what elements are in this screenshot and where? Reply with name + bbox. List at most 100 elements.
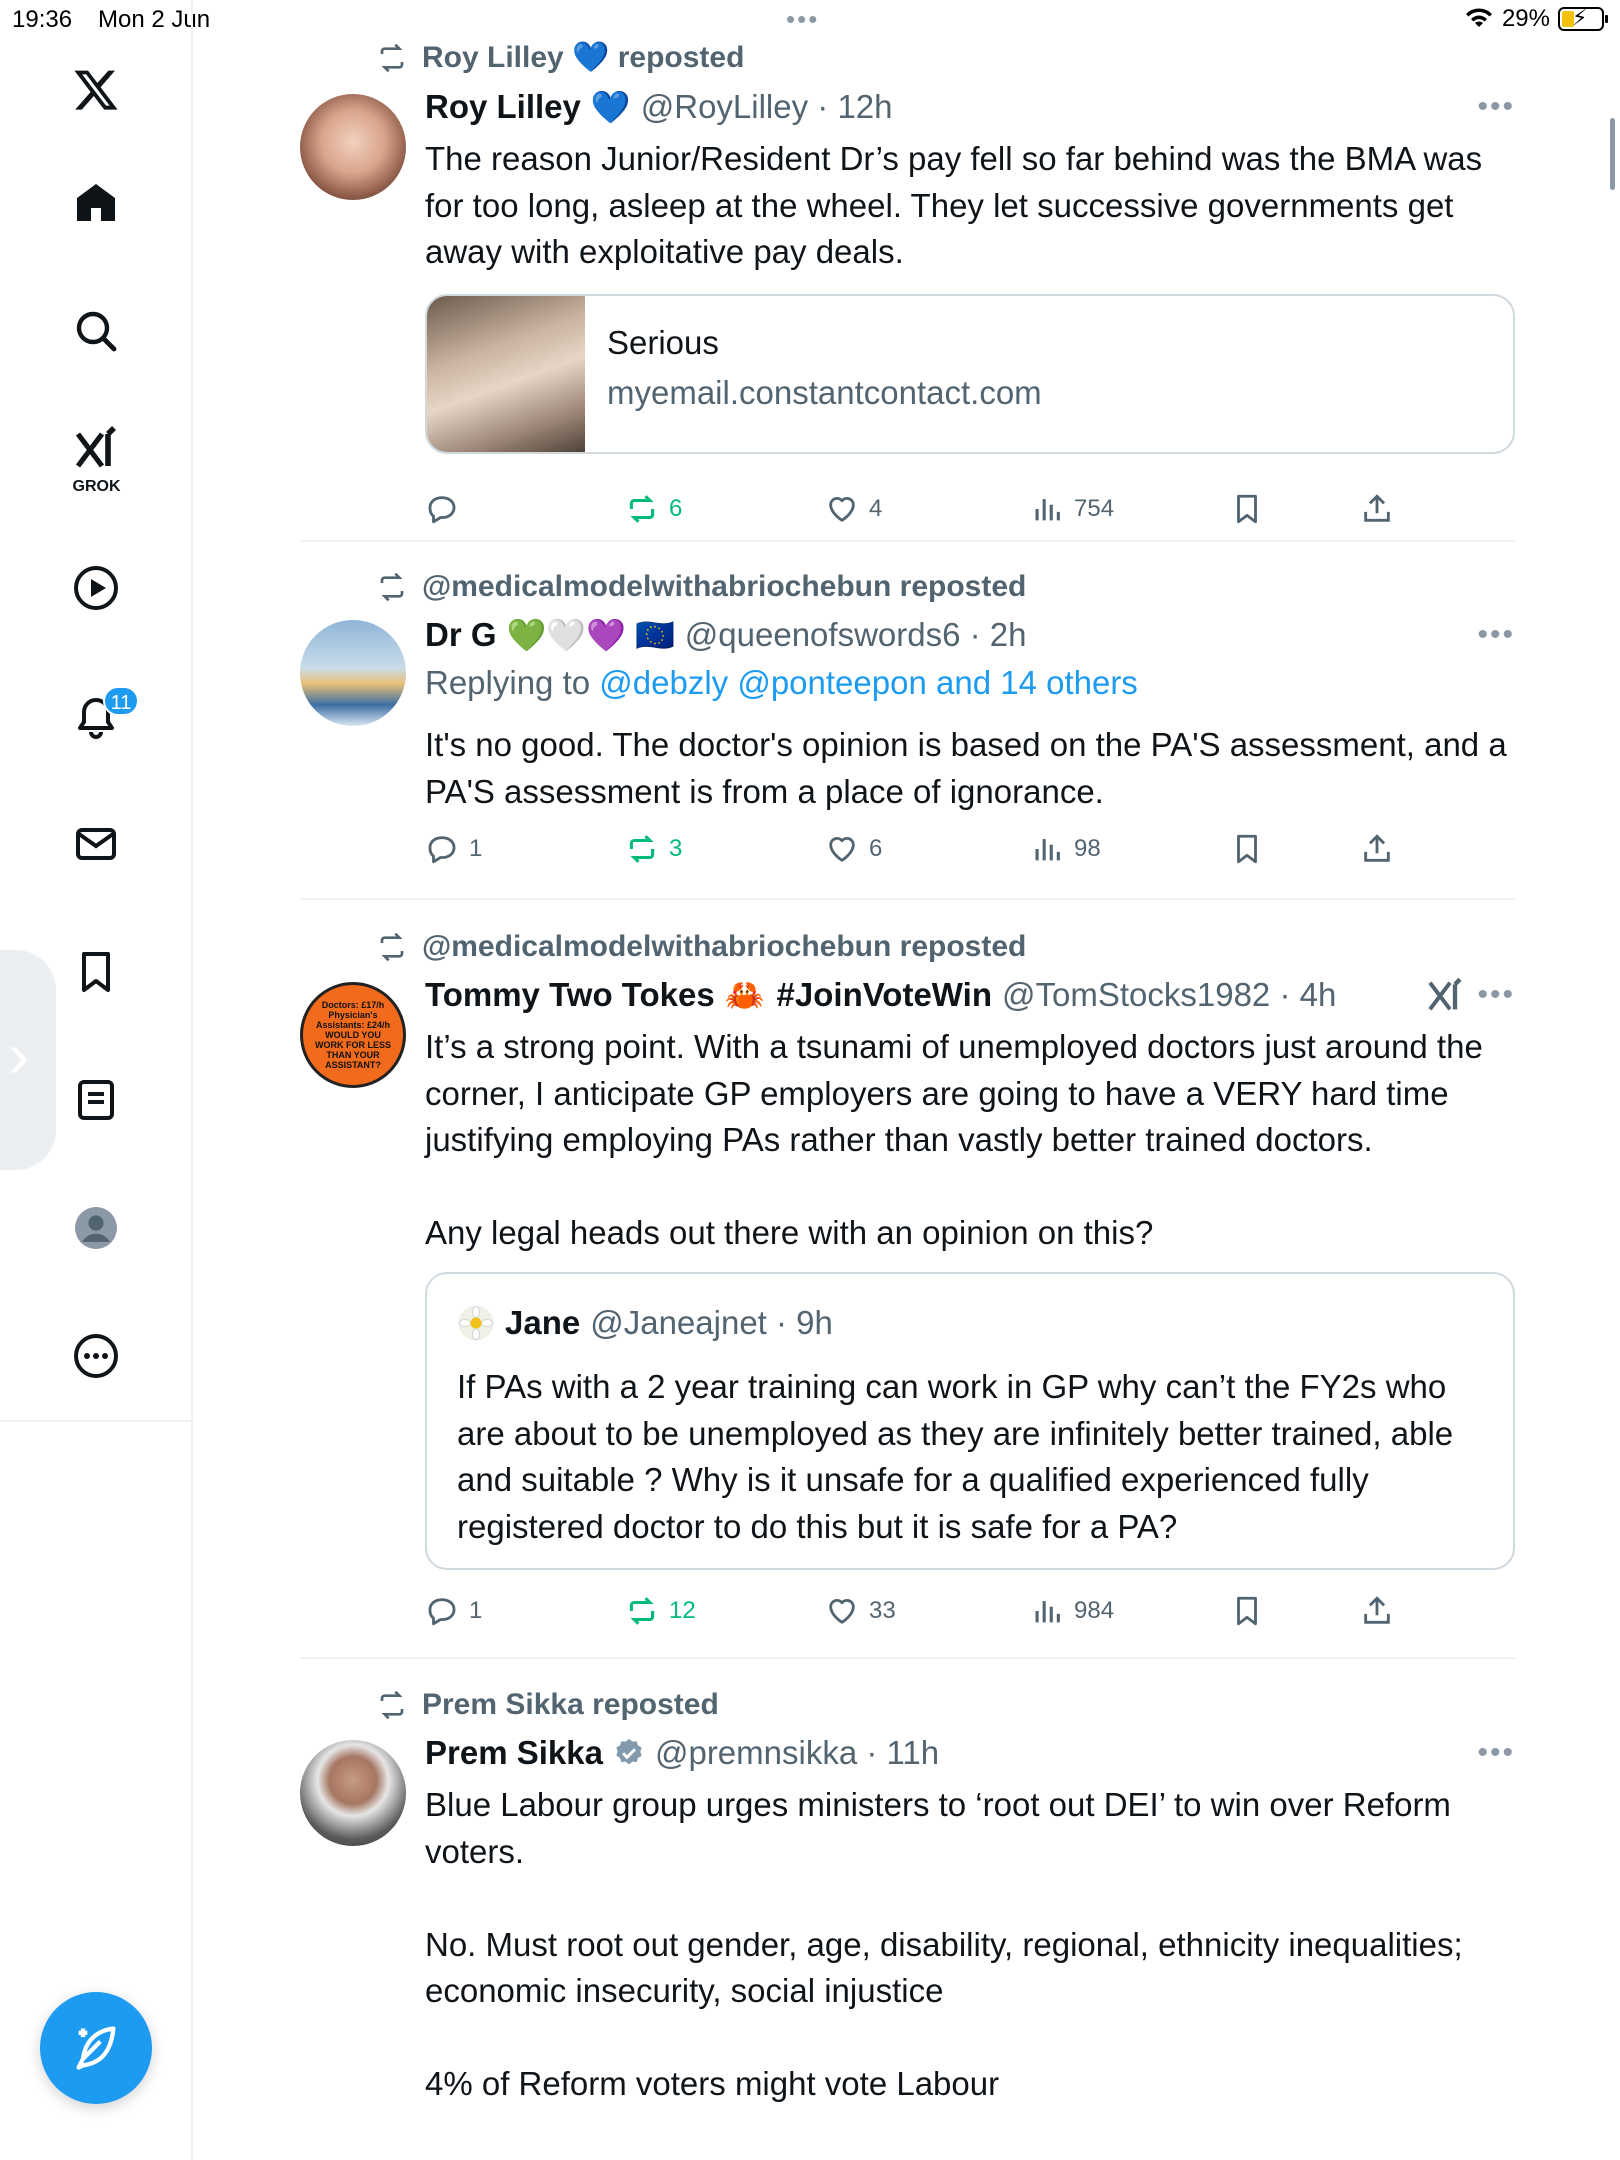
repost-button[interactable]: 12 — [625, 1594, 696, 1628]
reply-button[interactable]: 1 — [425, 832, 482, 866]
author-name[interactable]: Roy Lilley — [425, 88, 581, 126]
repost-icon — [380, 932, 404, 962]
tweet-actions: 1 3 6 98 — [425, 832, 1515, 872]
repost-button[interactable]: 3 — [625, 832, 682, 866]
search-icon[interactable] — [56, 291, 136, 371]
scrollbar-thumb[interactable] — [1610, 118, 1615, 190]
author-handle[interactable]: @premnsikka · 11h — [655, 1734, 939, 1772]
quoted-author-handle[interactable]: @Janeajnet · 9h — [590, 1304, 833, 1342]
avatar-text: Doctors: £17/h Physician's Assistants: £… — [315, 1000, 391, 1070]
repost-indicator: @medicalmodelwithabriochebun reposted — [376, 570, 1026, 604]
repost-icon — [629, 835, 655, 863]
battery-icon: ⚡ — [1558, 5, 1608, 31]
divider — [300, 898, 1515, 900]
messages-envelope-icon[interactable] — [56, 804, 136, 884]
tweet-text: It's no good. The doctor's opinion is ba… — [425, 726, 1507, 810]
avatar[interactable] — [300, 620, 406, 726]
bookmark-button[interactable] — [1230, 492, 1264, 526]
compose-post-button[interactable] — [40, 1992, 152, 2104]
views-count: 98 — [1074, 835, 1101, 862]
replying-to: Replying to @debzly @ponteepon and 14 ot… — [425, 664, 1138, 702]
bookmark-button[interactable] — [1230, 832, 1264, 866]
more-options-icon[interactable] — [56, 1316, 136, 1396]
repost-count: 12 — [669, 1597, 696, 1624]
video-play-icon[interactable] — [56, 548, 136, 628]
avatar[interactable]: Doctors: £17/h Physician's Assistants: £… — [300, 982, 406, 1088]
compose-feather-icon — [76, 2026, 116, 2070]
bookmark-icon[interactable] — [56, 932, 136, 1012]
quoted-tweet[interactable]: Jane @Janeajnet · 9h If PAs with a 2 yea… — [425, 1272, 1515, 1570]
link-card-domain: myemail.constantcontact.com — [607, 374, 1042, 411]
author-name[interactable]: Tommy Two Tokes — [425, 976, 715, 1014]
repost-indicator: Prem Sikka reposted — [376, 1688, 719, 1722]
divider — [300, 1657, 1515, 1659]
x-logo-icon[interactable] — [56, 50, 136, 130]
more-options-icon[interactable]: ••• — [1477, 90, 1515, 124]
more-options-icon[interactable]: ••• — [1477, 618, 1515, 652]
bookmark-button[interactable] — [1230, 1594, 1264, 1628]
tweet[interactable]: Prem Sikka reposted Prem Sikka @premnsik… — [300, 1688, 1515, 2158]
tweet[interactable]: @medicalmodelwithabriochebun reposted Dr… — [300, 570, 1515, 900]
lists-icon[interactable] — [56, 1060, 136, 1140]
author-handle[interactable]: @queenofswords6 · 2h — [685, 616, 1027, 654]
repost-button[interactable]: 6 — [625, 492, 682, 526]
heart-icon — [829, 497, 855, 522]
link-card[interactable]: Serious myemail.constantcontact.com — [425, 294, 1515, 454]
share-button[interactable] — [1360, 1594, 1394, 1628]
hashtag[interactable]: #JoinVoteWin — [777, 976, 992, 1014]
share-icon — [1364, 494, 1390, 522]
author-handle[interactable]: @TomStocks1982 · 4h — [1002, 976, 1336, 1014]
daisy-avatar-icon — [458, 1305, 494, 1341]
reply-count: 1 — [469, 835, 483, 862]
name-emoji: 💚🤍💜 🇪🇺 — [506, 617, 675, 653]
heart-icon — [829, 837, 855, 862]
avatar[interactable] — [300, 94, 406, 200]
multitasking-dots-icon[interactable]: ••• — [786, 4, 819, 35]
author-handle[interactable]: @RoyLilley · 12h — [641, 88, 893, 126]
repost-indicator: @medicalmodelwithabriochebun reposted — [376, 930, 1026, 964]
name-emoji: 💙 — [590, 89, 631, 125]
grok-icon[interactable] — [1425, 976, 1465, 1016]
more-options-icon[interactable]: ••• — [1477, 1736, 1515, 1770]
link-card-title: Serious — [607, 324, 719, 361]
tweet-text: It’s a strong point. With a tsunami of u… — [425, 1028, 1483, 1251]
sidebar-pull-tab[interactable]: › — [0, 950, 56, 1170]
tweet[interactable]: Roy Lilley 💙 reposted Roy Lilley 💙 @RoyL… — [300, 40, 1515, 540]
reply-button[interactable]: 1 — [425, 1594, 482, 1628]
status-bar: 19:36 Mon 2 Jun ••• 29% ⚡ — [0, 0, 1620, 40]
avatar[interactable] — [300, 1740, 406, 1846]
views-button[interactable]: 754 — [1030, 492, 1114, 526]
reply-button[interactable] — [425, 492, 469, 526]
grok-label: GROK — [72, 478, 121, 495]
replying-to-users[interactable]: @debzly @ponteepon and 14 others — [599, 664, 1138, 701]
repost-icon — [380, 1690, 404, 1720]
home-icon[interactable] — [56, 163, 136, 243]
quoted-author-name[interactable]: Jane — [505, 1304, 580, 1342]
repost-icon — [629, 495, 655, 523]
more-options-icon[interactable]: ••• — [1477, 978, 1515, 1012]
reply-icon — [428, 496, 456, 524]
share-button[interactable] — [1360, 492, 1394, 526]
profile-avatar-icon[interactable] — [56, 1188, 136, 1268]
like-button[interactable]: 4 — [825, 492, 882, 526]
views-chart-icon — [1035, 839, 1060, 861]
reply-icon — [428, 836, 456, 864]
author-name[interactable]: Dr G — [425, 616, 497, 654]
tweet[interactable]: @medicalmodelwithabriochebun reposted Do… — [300, 930, 1515, 1650]
share-icon — [1364, 1596, 1390, 1624]
views-button[interactable]: 984 — [1030, 1594, 1114, 1628]
verified-badge-icon — [616, 1739, 642, 1765]
battery-percent: 29% — [1501, 5, 1550, 32]
chevron-right-icon: › — [8, 1019, 30, 1091]
author-name[interactable]: Prem Sikka — [425, 1734, 603, 1772]
share-icon — [1364, 834, 1390, 862]
views-button[interactable]: 98 — [1030, 832, 1101, 866]
repost-count: 3 — [669, 835, 683, 862]
tweet-actions: 6 4 754 — [425, 492, 1515, 532]
like-button[interactable]: 33 — [825, 1594, 896, 1628]
like-button[interactable]: 6 — [825, 832, 882, 866]
share-button[interactable] — [1360, 832, 1394, 866]
tweet-header: Tommy Two Tokes 🦀 #JoinVoteWin @TomStock… — [425, 976, 1336, 1014]
repost-icon — [380, 572, 404, 602]
like-count: 33 — [869, 1597, 896, 1624]
